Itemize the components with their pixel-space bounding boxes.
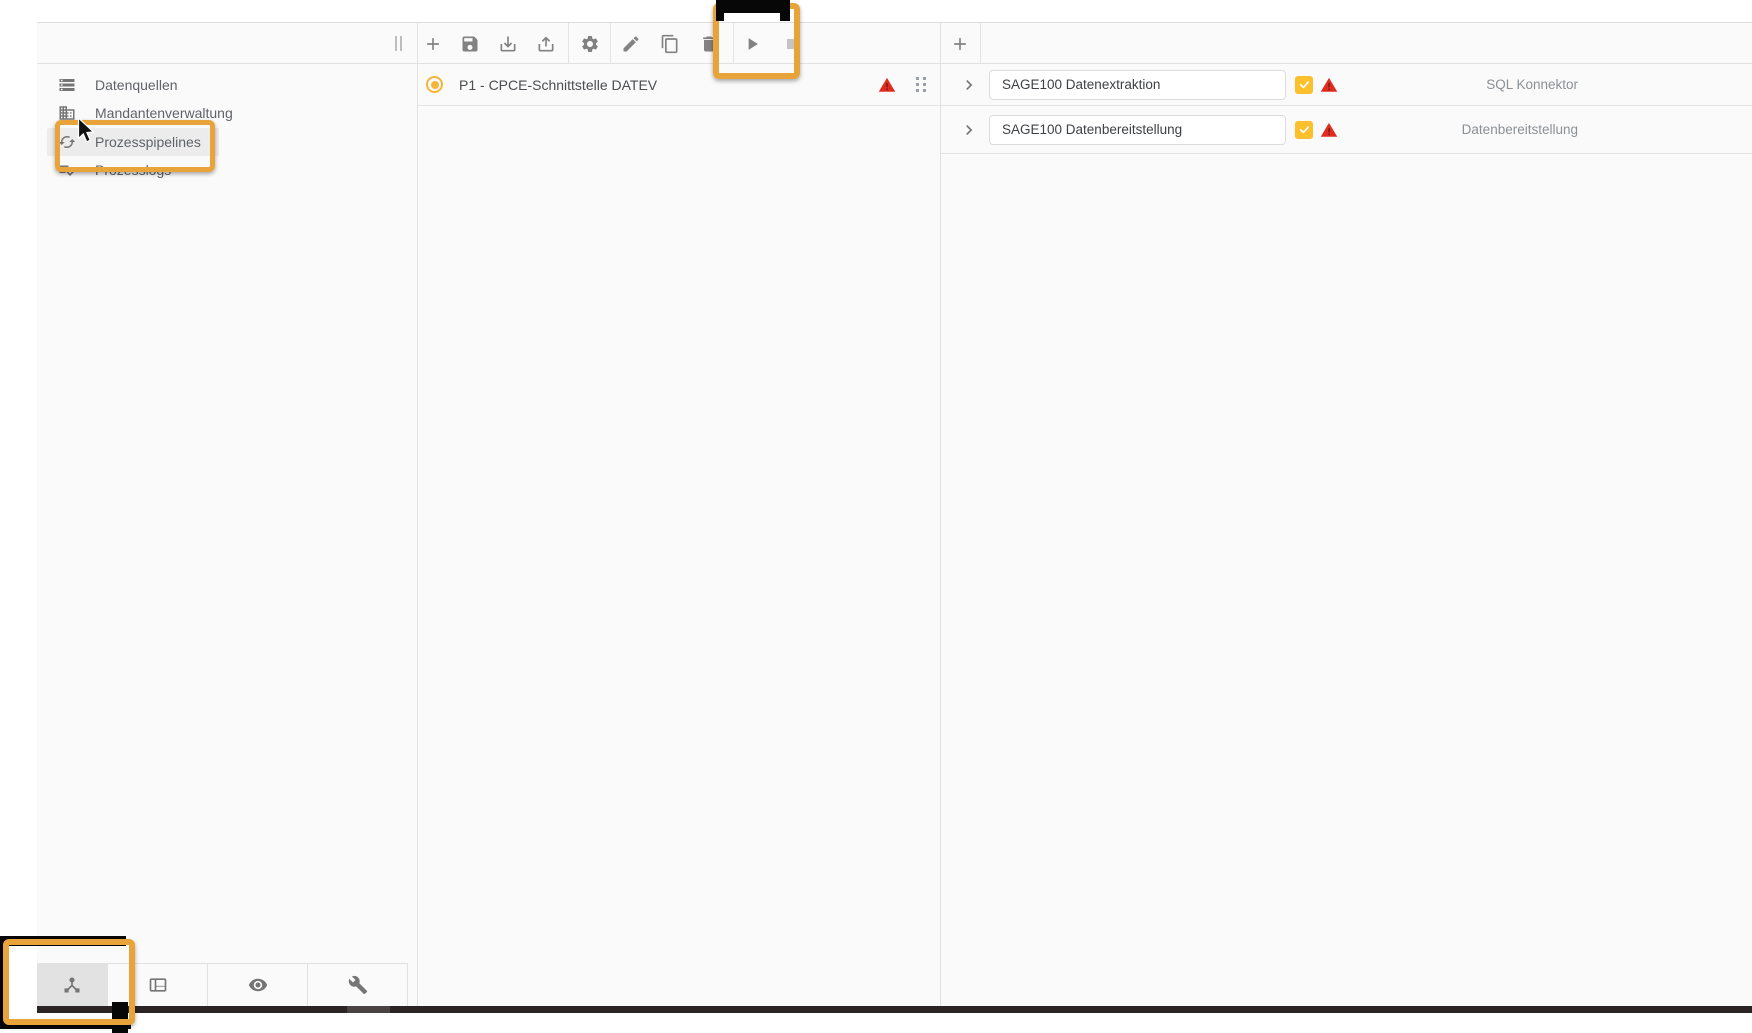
sidebar-item-prozesslogs[interactable]: Prozesslogs [47,156,219,184]
plus-icon [950,34,970,54]
pipeline-title: P1 - CPCE-Schnittstelle DATEV [459,77,657,93]
drag-handle-icon[interactable] [916,77,930,93]
copy-icon [660,34,680,54]
toolbar-row [37,23,1752,64]
toolbar-separator [980,23,981,64]
wrench-icon [348,975,368,995]
sidebar: Datenquellen Mandantenverwaltung Prozess… [37,64,417,1006]
step-enabled-checkbox[interactable] [1295,76,1313,94]
annotation-black-bracket [716,0,790,13]
annotation-black-bracket [716,0,724,21]
warning-icon [877,76,897,94]
export-button[interactable] [527,23,565,64]
add-pipeline-button[interactable] [414,23,452,64]
tab-tools[interactable] [308,964,408,1006]
sidebar-item-label: Prozesspipelines [95,134,201,150]
import-button[interactable] [489,23,527,64]
download-icon [498,34,518,54]
save-icon [460,34,480,54]
delete-button[interactable] [690,23,728,64]
warning-icon [1319,76,1339,94]
toolbar-separator [610,23,611,64]
trash-icon [699,34,719,54]
tab-panel-layout[interactable] [108,964,208,1006]
gear-icon [580,34,600,54]
plus-icon [423,34,443,54]
annotation-black-bracket [0,936,9,1029]
step-type-label: SQL Konnektor [1381,77,1578,92]
tab-process-tree[interactable] [37,964,108,1006]
expand-step-button[interactable] [959,75,979,95]
save-button[interactable] [451,23,489,64]
run-pipeline-button[interactable] [733,23,771,64]
eye-icon [248,975,268,995]
pencil-icon [621,34,641,54]
app-window: Datenquellen Mandantenverwaltung Prozess… [37,22,1752,1006]
copy-button[interactable] [651,23,689,64]
storage-icon [58,76,76,94]
pipeline-row[interactable]: P1 - CPCE-Schnittstelle DATEV [418,64,940,106]
add-step-button[interactable] [941,23,979,64]
stop-icon [782,34,802,54]
chevron-right-icon [959,75,979,95]
chevron-right-icon [959,120,979,140]
step-row: Datenbereitstellung [941,106,1752,154]
warning-icon [1319,121,1339,139]
stop-pipeline-button[interactable] [773,23,811,64]
sidebar-item-label: Mandantenverwaltung [95,105,233,121]
annotation-black-bracket [0,1019,131,1029]
edit-button[interactable] [612,23,650,64]
sidebar-item-prozesspipelines[interactable]: Prozesspipelines [47,128,219,156]
toolbar-separator [568,23,569,64]
tab-preview[interactable] [208,964,308,1006]
app-screenshot: Datenquellen Mandantenverwaltung Prozess… [0,0,1752,1033]
scrollbar-thumb[interactable] [347,1006,390,1013]
play-icon [742,34,762,54]
pipelines-panel: P1 - CPCE-Schnittstelle DATEV [418,64,940,1006]
expand-step-button[interactable] [959,120,979,140]
upload-icon [536,34,556,54]
annotation-black-bracket [780,0,790,21]
sidebar-item-mandantenverwaltung[interactable]: Mandantenverwaltung [47,99,219,127]
sidebar-item-label: Prozesslogs [95,162,171,178]
steps-panel: SQL Konnektor Datenbereitstellung [941,64,1752,1006]
building-icon [58,104,76,122]
sync-icon [58,133,76,151]
bottom-scrollbar[interactable] [37,1006,1752,1013]
playlist-check-icon [58,161,76,179]
sidebar-bottom-tabbar [37,963,408,1006]
panel-layout-icon [148,975,168,995]
sidebar-item-label: Datenquellen [95,77,178,93]
step-name-input[interactable] [989,70,1286,100]
device-hub-icon [62,975,82,995]
step-name-input[interactable] [989,115,1286,145]
step-enabled-checkbox[interactable] [1295,121,1313,139]
sidebar-item-datenquellen[interactable]: Datenquellen [47,71,219,99]
settings-button[interactable] [571,23,609,64]
step-row: SQL Konnektor [941,64,1752,106]
pipeline-radio-selected[interactable] [426,76,443,93]
step-type-label: Datenbereitstellung [1381,122,1578,137]
panel-resize-handle[interactable] [395,36,404,51]
